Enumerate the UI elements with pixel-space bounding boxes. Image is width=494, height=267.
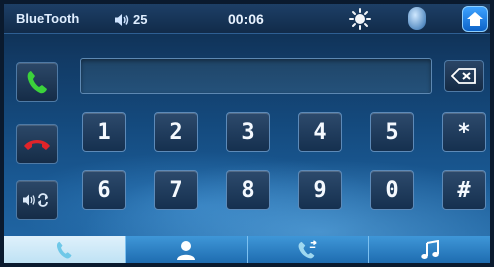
contact-icon xyxy=(177,240,196,260)
key-4[interactable]: 4 xyxy=(298,112,342,152)
tab-music[interactable] xyxy=(368,236,490,263)
tab-call-history[interactable] xyxy=(246,236,369,263)
key-3[interactable]: 3 xyxy=(226,112,270,152)
hang-up-button[interactable] xyxy=(16,124,58,164)
tab-dialer[interactable] xyxy=(4,236,125,263)
phone-accept-icon xyxy=(27,71,47,94)
phone-icon xyxy=(57,241,72,258)
speaker-icon xyxy=(115,13,129,26)
app-title: BlueTooth xyxy=(16,11,80,26)
key-9[interactable]: 9 xyxy=(298,170,342,210)
phone-reject-icon xyxy=(24,140,50,150)
tab-contacts[interactable] xyxy=(124,236,247,263)
key-0[interactable]: 0 xyxy=(370,170,414,210)
bluetooth-icon xyxy=(408,7,426,30)
call-timer: 00:06 xyxy=(228,11,264,27)
key-8[interactable]: 8 xyxy=(226,170,270,210)
key-6[interactable]: 6 xyxy=(82,170,126,210)
backspace-icon xyxy=(451,68,476,84)
backspace-button[interactable] xyxy=(444,60,484,92)
number-display xyxy=(80,58,432,94)
volume-level: 25 xyxy=(133,12,148,27)
key-1[interactable]: 1 xyxy=(82,112,126,152)
brightness-icon[interactable] xyxy=(349,8,371,35)
key-7[interactable]: 7 xyxy=(154,170,198,210)
bottom-tab-bar xyxy=(4,236,490,263)
call-history-icon xyxy=(298,239,317,258)
key-2[interactable]: 2 xyxy=(154,112,198,152)
speaker-transfer-icon xyxy=(23,193,48,207)
call-button[interactable] xyxy=(16,62,58,102)
home-icon xyxy=(467,12,483,26)
home-button[interactable] xyxy=(462,6,488,32)
status-bar: BlueTooth 25 00:06 xyxy=(4,4,490,34)
key-hash[interactable]: # xyxy=(442,170,486,210)
volume-indicator[interactable]: 25 xyxy=(114,12,147,27)
audio-transfer-button[interactable] xyxy=(16,180,58,220)
bluetooth-phone-screen: BlueTooth 25 00:06 1 2 3 4 5 * 6 7 8 9 0… xyxy=(4,4,490,263)
music-note-icon xyxy=(420,239,439,259)
key-5[interactable]: 5 xyxy=(370,112,414,152)
key-asterisk[interactable]: * xyxy=(442,112,486,152)
